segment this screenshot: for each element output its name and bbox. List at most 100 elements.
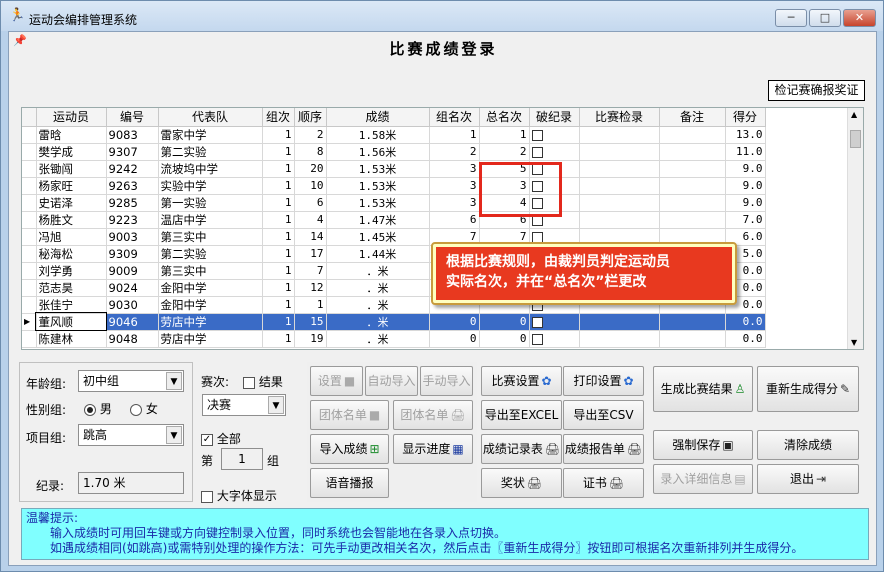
result-cell[interactable]: 1.53米 <box>326 160 430 178</box>
notes-cell[interactable] <box>659 330 726 348</box>
column-header[interactable]: 运动员 <box>36 108 107 127</box>
athlete-cell[interactable]: 史诺泽 <box>36 194 107 212</box>
group-cell[interactable]: 1 <box>262 296 295 314</box>
id-cell[interactable]: 9024 <box>106 279 159 297</box>
group-rank-cell[interactable]: 1 <box>429 126 480 144</box>
enter-detail-button[interactable]: 录入详细信息 ▤ <box>653 464 753 494</box>
result-checkbox[interactable]: 结果 <box>243 373 283 390</box>
table-row[interactable]: ▶ 董风顺 9046 劳店中学 1 15 ．米 0 0 0.0 <box>22 312 766 331</box>
notes-cell[interactable] <box>659 143 726 161</box>
notes-cell[interactable] <box>659 160 726 178</box>
export-excel-button[interactable]: 导出至EXCEL <box>481 400 562 430</box>
record-break-checkbox[interactable] <box>531 129 543 141</box>
notes-cell[interactable] <box>659 177 726 195</box>
id-cell[interactable]: 9307 <box>106 143 159 161</box>
order-cell[interactable]: 7 <box>294 262 327 280</box>
table-row[interactable]: 樊学成 9307 第二实验 1 8 1.56米 2 2 11.0 <box>22 143 766 161</box>
result-cell[interactable]: 1.53米 <box>326 194 430 212</box>
team-cell[interactable]: 实验中学 <box>158 177 263 195</box>
group-cell[interactable]: 1 <box>262 126 295 144</box>
checkin-cell[interactable] <box>579 211 660 229</box>
chevron-down-icon[interactable]: ▼ <box>166 426 182 444</box>
team-cell[interactable]: 温店中学 <box>158 211 263 229</box>
minimize-button[interactable]: ─ <box>775 9 807 27</box>
export-csv-button[interactable]: 导出至CSV <box>563 400 644 430</box>
award-button[interactable]: 奖状 🖨 <box>481 468 562 498</box>
male-radio[interactable]: 男 <box>84 400 112 417</box>
score-cell[interactable]: 9.0 <box>725 177 766 195</box>
voice-broadcast-button[interactable]: 语音播报 <box>310 468 389 498</box>
record-table-button[interactable]: 成绩记录表 🖨 <box>481 434 562 464</box>
athlete-cell[interactable]: 樊学成 <box>36 143 107 161</box>
force-save-button[interactable]: 强制保存 ▣ <box>653 430 753 460</box>
all-checkbox[interactable]: ✓ 全部 <box>201 430 241 447</box>
column-header[interactable]: 组名次 <box>429 108 480 127</box>
order-cell[interactable]: 15 <box>294 313 327 331</box>
athlete-cell[interactable]: 董风顺 <box>35 312 107 331</box>
record-break-cell[interactable] <box>529 313 580 331</box>
group-cell[interactable]: 1 <box>262 177 295 195</box>
team-cell[interactable]: 流坡坞中学 <box>158 160 263 178</box>
chevron-down-icon[interactable]: ▼ <box>166 372 182 390</box>
notes-cell[interactable] <box>659 194 726 212</box>
group-cell[interactable]: 1 <box>262 279 295 297</box>
checkin-cell[interactable] <box>579 194 660 212</box>
id-cell[interactable]: 9285 <box>106 194 159 212</box>
id-cell[interactable]: 9309 <box>106 245 159 263</box>
record-break-checkbox[interactable] <box>531 146 543 158</box>
result-cell[interactable]: ．米 <box>326 330 430 348</box>
athlete-cell[interactable]: 雷晗 <box>36 126 107 144</box>
report-sheet-button[interactable]: 成绩报告单 🖨 <box>563 434 644 464</box>
score-cell[interactable]: 0.0 <box>725 313 766 331</box>
total-rank-cell[interactable]: 1 <box>479 126 530 144</box>
notes-cell[interactable] <box>659 126 726 144</box>
score-cell[interactable]: 0.0 <box>725 330 766 348</box>
group-rank-cell[interactable]: 3 <box>429 194 480 212</box>
athlete-cell[interactable]: 秘海松 <box>36 245 107 263</box>
id-cell[interactable]: 9046 <box>106 313 159 331</box>
clear-results-button[interactable]: 清除成绩 <box>757 430 859 460</box>
team-cell[interactable]: 金阳中学 <box>158 279 263 297</box>
order-cell[interactable]: 10 <box>294 177 327 195</box>
team-cell[interactable]: 第二实验 <box>158 143 263 161</box>
exit-button[interactable]: 退出 ⇥ <box>757 464 859 494</box>
group-rank-cell[interactable]: 2 <box>429 143 480 161</box>
group-rank-cell[interactable]: 3 <box>429 177 480 195</box>
group-cell[interactable]: 1 <box>262 160 295 178</box>
group-stepper[interactable]: 1 <box>221 448 263 470</box>
checkin-cell[interactable] <box>579 313 660 331</box>
column-header[interactable]: 代表队 <box>158 108 263 127</box>
score-cell[interactable]: 9.0 <box>725 160 766 178</box>
table-row[interactable]: 张锄闯 9242 流坡坞中学 1 20 1.53米 3 5 9.0 <box>22 160 766 178</box>
column-header[interactable]: 组次 <box>262 108 295 127</box>
total-rank-cell[interactable]: 2 <box>479 143 530 161</box>
group-cell[interactable]: 1 <box>262 330 295 348</box>
team-cell[interactable]: 第二实验 <box>158 245 263 263</box>
team-cell[interactable]: 第三实中 <box>158 228 263 246</box>
certificate-button[interactable]: 证书 🖨 <box>563 468 644 498</box>
result-cell[interactable]: 1.47米 <box>326 211 430 229</box>
order-cell[interactable]: 1 <box>294 296 327 314</box>
chevron-down-icon[interactable]: ▼ <box>268 396 284 414</box>
checkin-cell[interactable] <box>579 177 660 195</box>
id-cell[interactable]: 9083 <box>106 126 159 144</box>
athlete-cell[interactable]: 杨胜文 <box>36 211 107 229</box>
table-row[interactable]: 史诺泽 9285 第一实验 1 6 1.53米 3 4 9.0 <box>22 194 766 212</box>
id-cell[interactable]: 9030 <box>106 296 159 314</box>
scroll-thumb[interactable] <box>850 130 861 148</box>
regenerate-score-button[interactable]: 重新生成得分 ✎ <box>757 366 859 412</box>
group-cell[interactable]: 1 <box>262 313 295 331</box>
group-rank-cell[interactable]: 6 <box>429 211 480 229</box>
athlete-cell[interactable]: 刘学勇 <box>36 262 107 280</box>
total-rank-cell[interactable]: 0 <box>479 313 530 331</box>
order-cell[interactable]: 20 <box>294 160 327 178</box>
round-select[interactable]: 决赛 ▼ <box>202 394 286 416</box>
record-break-checkbox[interactable] <box>531 316 543 328</box>
athlete-cell[interactable]: 张锄闯 <box>36 160 107 178</box>
score-cell[interactable]: 13.0 <box>725 126 766 144</box>
close-button[interactable]: ✕ <box>843 9 876 27</box>
result-cell[interactable]: ．米 <box>326 313 430 331</box>
team-cell[interactable]: 第一实验 <box>158 194 263 212</box>
score-cell[interactable]: 9.0 <box>725 194 766 212</box>
result-cell[interactable]: 1.56米 <box>326 143 430 161</box>
